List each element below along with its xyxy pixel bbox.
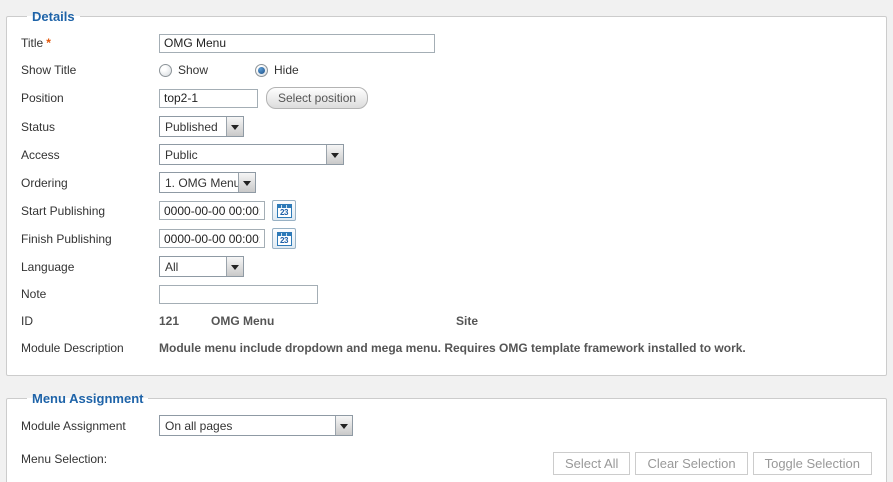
- title-label: Title*: [21, 36, 159, 50]
- status-select[interactable]: Published: [159, 116, 244, 137]
- ordering-label: Ordering: [21, 176, 159, 190]
- menu-selection-row: Menu Selection: Select All Clear Selecti…: [21, 452, 872, 475]
- module-assignment-label: Module Assignment: [21, 419, 159, 433]
- title-row: Title*: [21, 33, 872, 53]
- language-select[interactable]: All: [159, 256, 244, 277]
- position-input[interactable]: [159, 89, 258, 108]
- module-description-label: Module Description: [21, 341, 159, 355]
- id-value: 121: [159, 314, 211, 328]
- show-title-row: Show Title Show Hide: [21, 60, 872, 80]
- radio-option-show[interactable]: Show: [159, 63, 255, 77]
- menu-selection-buttons: Select All Clear Selection Toggle Select…: [553, 452, 872, 475]
- finish-publishing-label: Finish Publishing: [21, 232, 159, 246]
- client-value: Site: [456, 314, 478, 328]
- finish-publishing-row: Finish Publishing 23: [21, 228, 872, 249]
- ordering-select[interactable]: 1. OMG Menu: [159, 172, 256, 193]
- clear-selection-button[interactable]: Clear Selection: [635, 452, 747, 475]
- id-label: ID: [21, 314, 159, 328]
- module-assignment-select[interactable]: On all pages: [159, 415, 353, 436]
- required-asterisk: *: [46, 36, 51, 50]
- start-publishing-input[interactable]: [159, 201, 265, 220]
- status-row: Status Published: [21, 116, 872, 137]
- chevron-down-icon[interactable]: [226, 117, 243, 136]
- menu-selection-label: Menu Selection:: [21, 452, 159, 466]
- ordering-row: Ordering 1. OMG Menu: [21, 172, 872, 193]
- chevron-down-icon[interactable]: [226, 257, 243, 276]
- details-legend: Details: [27, 9, 80, 24]
- radio-icon[interactable]: [159, 64, 172, 77]
- menu-assignment-fieldset: Menu Assignment Module Assignment On all…: [6, 391, 887, 482]
- radio-label: Hide: [274, 63, 299, 77]
- chevron-down-icon[interactable]: [326, 145, 343, 164]
- radio-icon-selected[interactable]: [255, 64, 268, 77]
- radio-option-hide[interactable]: Hide: [255, 63, 299, 77]
- module-name-value: OMG Menu: [211, 314, 456, 328]
- language-label: Language: [21, 260, 159, 274]
- select-position-button[interactable]: Select position: [266, 87, 368, 109]
- language-row: Language All: [21, 256, 872, 277]
- start-publishing-label: Start Publishing: [21, 204, 159, 218]
- chevron-down-icon[interactable]: [335, 416, 352, 435]
- menu-assignment-legend: Menu Assignment: [27, 391, 148, 406]
- select-all-button[interactable]: Select All: [553, 452, 630, 475]
- start-publishing-row: Start Publishing 23: [21, 200, 872, 221]
- finish-publishing-input[interactable]: [159, 229, 265, 248]
- access-row: Access Public: [21, 144, 872, 165]
- radio-label: Show: [178, 63, 208, 77]
- calendar-button[interactable]: 23: [272, 228, 296, 249]
- note-row: Note: [21, 284, 872, 304]
- toggle-selection-button[interactable]: Toggle Selection: [753, 452, 872, 475]
- module-description-row: Module Description Module menu include d…: [21, 338, 872, 358]
- id-row: ID 121 OMG Menu Site: [21, 311, 872, 331]
- calendar-button[interactable]: 23: [272, 200, 296, 221]
- calendar-icon: 23: [277, 204, 292, 218]
- position-row: Position Select position: [21, 87, 872, 109]
- access-label: Access: [21, 148, 159, 162]
- details-fieldset: Details Title* Show Title Show Hide Posi…: [6, 9, 887, 376]
- status-label: Status: [21, 120, 159, 134]
- show-title-label: Show Title: [21, 63, 159, 77]
- note-input[interactable]: [159, 285, 318, 304]
- note-label: Note: [21, 287, 159, 301]
- module-description-text: Module menu include dropdown and mega me…: [159, 341, 746, 355]
- calendar-icon: 23: [277, 232, 292, 246]
- access-select[interactable]: Public: [159, 144, 344, 165]
- title-input[interactable]: [159, 34, 435, 53]
- position-label: Position: [21, 91, 159, 105]
- module-assignment-row: Module Assignment On all pages: [21, 415, 872, 436]
- chevron-down-icon[interactable]: [238, 173, 255, 192]
